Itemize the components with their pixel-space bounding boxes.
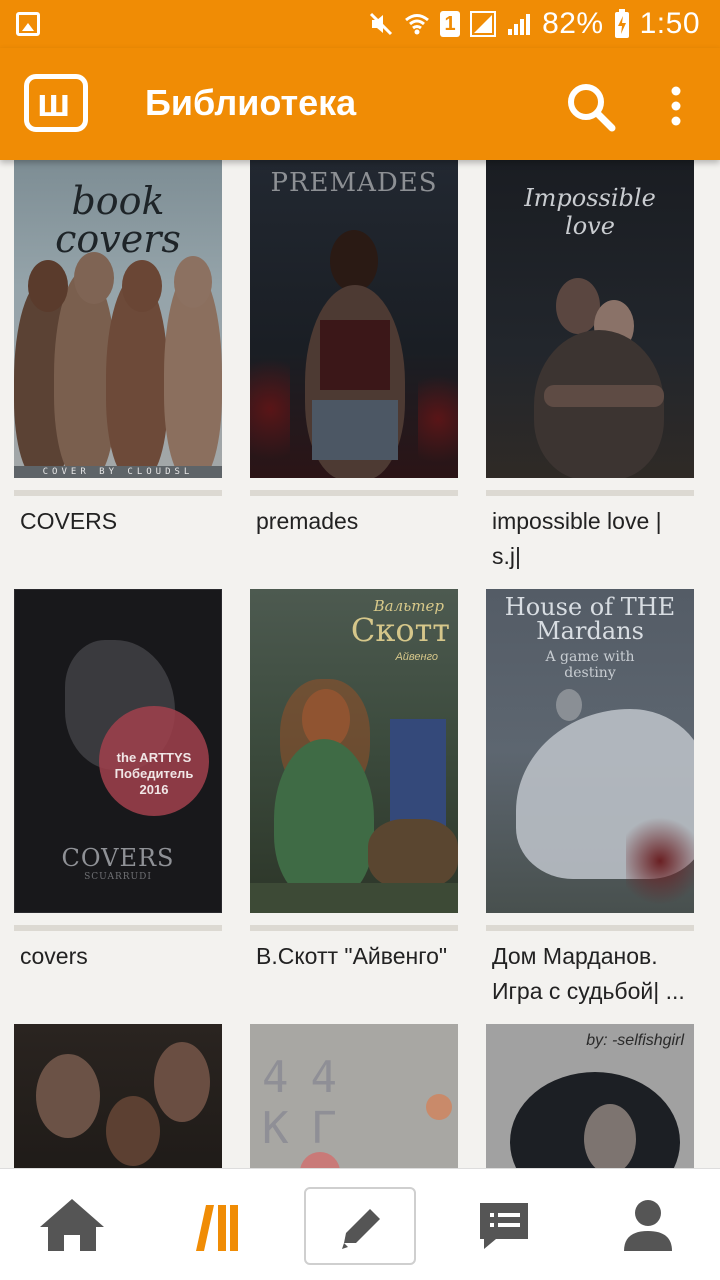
profile-icon[interactable] [592,1169,704,1280]
book-cover[interactable]: Вальтер Скотт Айвенго [250,589,458,913]
book-cover[interactable]: book covers COVER BY CLOUDSL [14,160,222,478]
book-cover[interactable] [14,1024,222,1168]
bottom-navigation [0,1168,720,1280]
cover-text: House of THE Mardans [504,593,676,645]
book-card[interactable] [14,1024,222,1168]
cover-footer: A game with destiny [545,649,635,681]
battery-charging-icon [614,9,629,38]
home-icon[interactable] [16,1169,128,1280]
book-card[interactable]: Вальтер Скотт Айвенго В.Скотт "Айвенго" [250,589,458,969]
status-bar: 1 82% 1:50 [0,0,720,48]
more-vert-icon[interactable] [656,82,696,130]
page-title: Библиотека [145,82,357,123]
cover-text: COVERS [61,844,175,872]
book-cover[interactable]: PREMADES [250,160,458,478]
gallery-notification-icon [16,12,40,36]
book-cover[interactable]: 44 КГ [250,1024,458,1168]
app-bar: ш Библиотека [0,48,720,160]
book-title[interactable]: covers [14,939,224,974]
battery-percent: 82% [542,7,604,40]
library-icon[interactable] [160,1169,272,1280]
cover-text: PREMADES [270,168,438,198]
reading-progress-bar [486,925,694,931]
book-cover[interactable]: House of THE Mardans A game with destiny [486,589,694,913]
book-card[interactable]: by: -selfishgirl [486,1024,694,1168]
search-icon[interactable] [562,78,618,134]
sim-icon: 1 [440,11,461,37]
messages-icon[interactable] [448,1169,560,1280]
book-title[interactable]: impossible love | s.j| [486,504,696,574]
cover-text: Impossible love [524,184,656,240]
cover-footer: Айвенго [395,651,438,663]
award-badge: the ARTTYS Победитель 2016 [114,750,194,797]
logo-letter: ш [37,81,71,125]
reading-progress-bar [250,925,458,931]
pencil-icon [342,1209,380,1249]
book-title[interactable]: Дом Марданов. Игра с судьбой| ... [486,939,696,1009]
reading-progress-bar [14,925,222,931]
book-card[interactable]: 44 КГ [250,1024,458,1168]
book-cover[interactable]: the ARTTYS Победитель 2016 COVERS SCUARR… [14,589,222,913]
reading-progress-bar [14,490,222,496]
book-title[interactable]: premades [250,504,460,539]
book-card[interactable]: Impossible love impossible love | s.j| [486,160,694,569]
book-card[interactable]: the ARTTYS Победитель 2016 COVERS SCUARR… [14,589,222,969]
book-cover[interactable]: Impossible love [486,160,694,478]
signal-icon [470,11,497,37]
cover-text: Скотт [350,611,450,649]
book-card[interactable]: PREMADES premades [250,160,458,534]
write-button[interactable] [304,1187,416,1265]
book-title[interactable]: COVERS [14,504,224,539]
book-card[interactable]: book covers COVER BY CLOUDSL COVERS [14,160,222,534]
signal-icon [508,14,531,35]
clock: 1:50 [639,7,700,40]
cover-text: by: -selfishgirl [586,1032,684,1049]
cover-footer: SCUARRUDI [84,872,152,882]
book-cover[interactable]: by: -selfishgirl [486,1024,694,1168]
wifi-icon [405,14,430,35]
wattpad-logo-icon[interactable]: ш [24,74,88,132]
cover-text: book covers [55,179,181,261]
reading-progress-bar [486,490,694,496]
mute-icon [370,12,393,36]
cover-footer: COVER BY CLOUDSL [42,467,194,477]
book-card[interactable]: House of THE Mardans A game with destiny… [486,589,694,1004]
reading-progress-bar [250,490,458,496]
book-title[interactable]: В.Скотт "Айвенго" [250,939,460,974]
library-grid: book covers COVER BY CLOUDSL COVERS PREM… [0,160,720,1168]
